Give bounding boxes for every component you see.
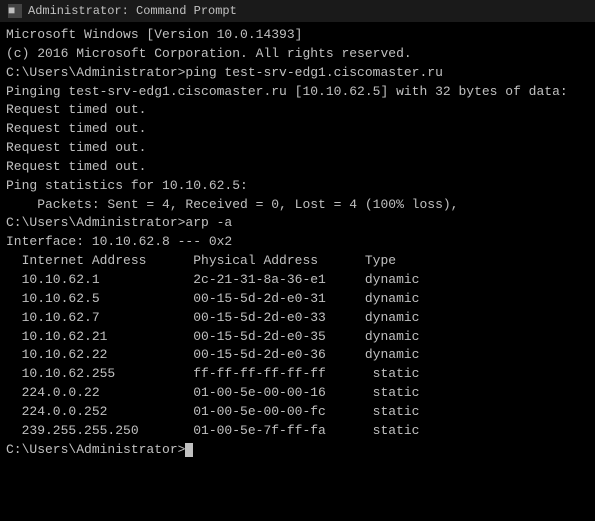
console-line: Request timed out. [6, 120, 589, 139]
console-body[interactable]: Microsoft Windows [Version 10.0.14393](c… [0, 22, 595, 521]
title-bar-label: Administrator: Command Prompt [28, 4, 237, 18]
console-line: Interface: 10.10.62.8 --- 0x2 [6, 233, 589, 252]
console-line: C:\Users\Administrator>arp -a [6, 214, 589, 233]
console-line: Ping statistics for 10.10.62.5: [6, 177, 589, 196]
console-line: 10.10.62.5 00-15-5d-2d-e0-31 dynamic [6, 290, 589, 309]
cmd-icon: ■ [8, 4, 22, 18]
console-line: 10.10.62.22 00-15-5d-2d-e0-36 dynamic [6, 346, 589, 365]
console-line: Request timed out. [6, 139, 589, 158]
title-bar: ■ Administrator: Command Prompt [0, 0, 595, 22]
console-line: 224.0.0.252 01-00-5e-00-00-fc static [6, 403, 589, 422]
console-line: Pinging test-srv-edg1.ciscomaster.ru [10… [6, 83, 589, 102]
console-line: 10.10.62.21 00-15-5d-2d-e0-35 dynamic [6, 328, 589, 347]
cursor [185, 443, 193, 457]
console-line: C:\Users\Administrator>ping test-srv-edg… [6, 64, 589, 83]
console-line: 10.10.62.255 ff-ff-ff-ff-ff-ff static [6, 365, 589, 384]
console-line: Microsoft Windows [Version 10.0.14393] [6, 26, 589, 45]
console-line: Packets: Sent = 4, Received = 0, Lost = … [6, 196, 589, 215]
console-line: C:\Users\Administrator> [6, 441, 589, 460]
console-line: 224.0.0.22 01-00-5e-00-00-16 static [6, 384, 589, 403]
console-line: Request timed out. [6, 101, 589, 120]
console-line: 10.10.62.1 2c-21-31-8a-36-e1 dynamic [6, 271, 589, 290]
console-line: Request timed out. [6, 158, 589, 177]
console-line: (c) 2016 Microsoft Corporation. All righ… [6, 45, 589, 64]
console-line: 10.10.62.7 00-15-5d-2d-e0-33 dynamic [6, 309, 589, 328]
console-line: 239.255.255.250 01-00-5e-7f-ff-fa static [6, 422, 589, 441]
console-line: Internet Address Physical Address Type [6, 252, 589, 271]
cmd-window: ■ Administrator: Command Prompt Microsof… [0, 0, 595, 521]
